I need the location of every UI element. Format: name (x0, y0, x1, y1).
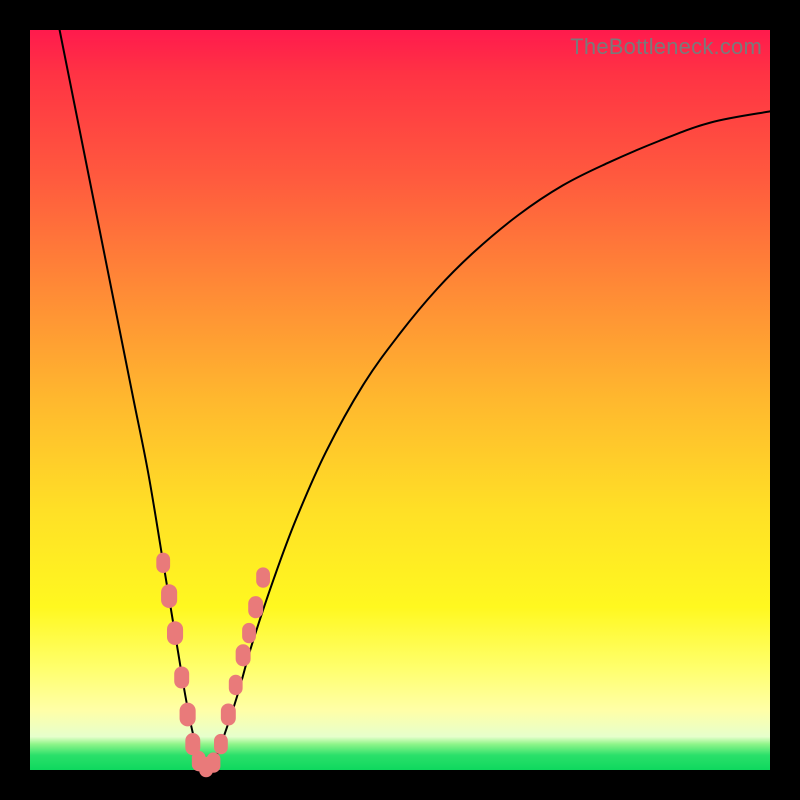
curve-marker (161, 584, 177, 608)
curve-marker (174, 666, 189, 688)
curve-layer (30, 30, 770, 770)
curve-marker (214, 734, 228, 754)
plot-area: TheBottleneck.com (30, 30, 770, 770)
curve-marker (248, 596, 263, 618)
curve-marker (242, 623, 256, 643)
curve-marker (180, 703, 196, 727)
curve-marker (236, 644, 251, 666)
curve-marker (156, 553, 170, 573)
curve-marker (207, 752, 221, 772)
frame-border: TheBottleneck.com (0, 0, 800, 800)
curve-marker (229, 675, 243, 695)
curve-marker (256, 567, 270, 587)
bottleneck-curve (60, 30, 770, 768)
curve-marker (167, 621, 183, 645)
marker-layer (156, 553, 270, 778)
curve-marker (221, 703, 236, 725)
